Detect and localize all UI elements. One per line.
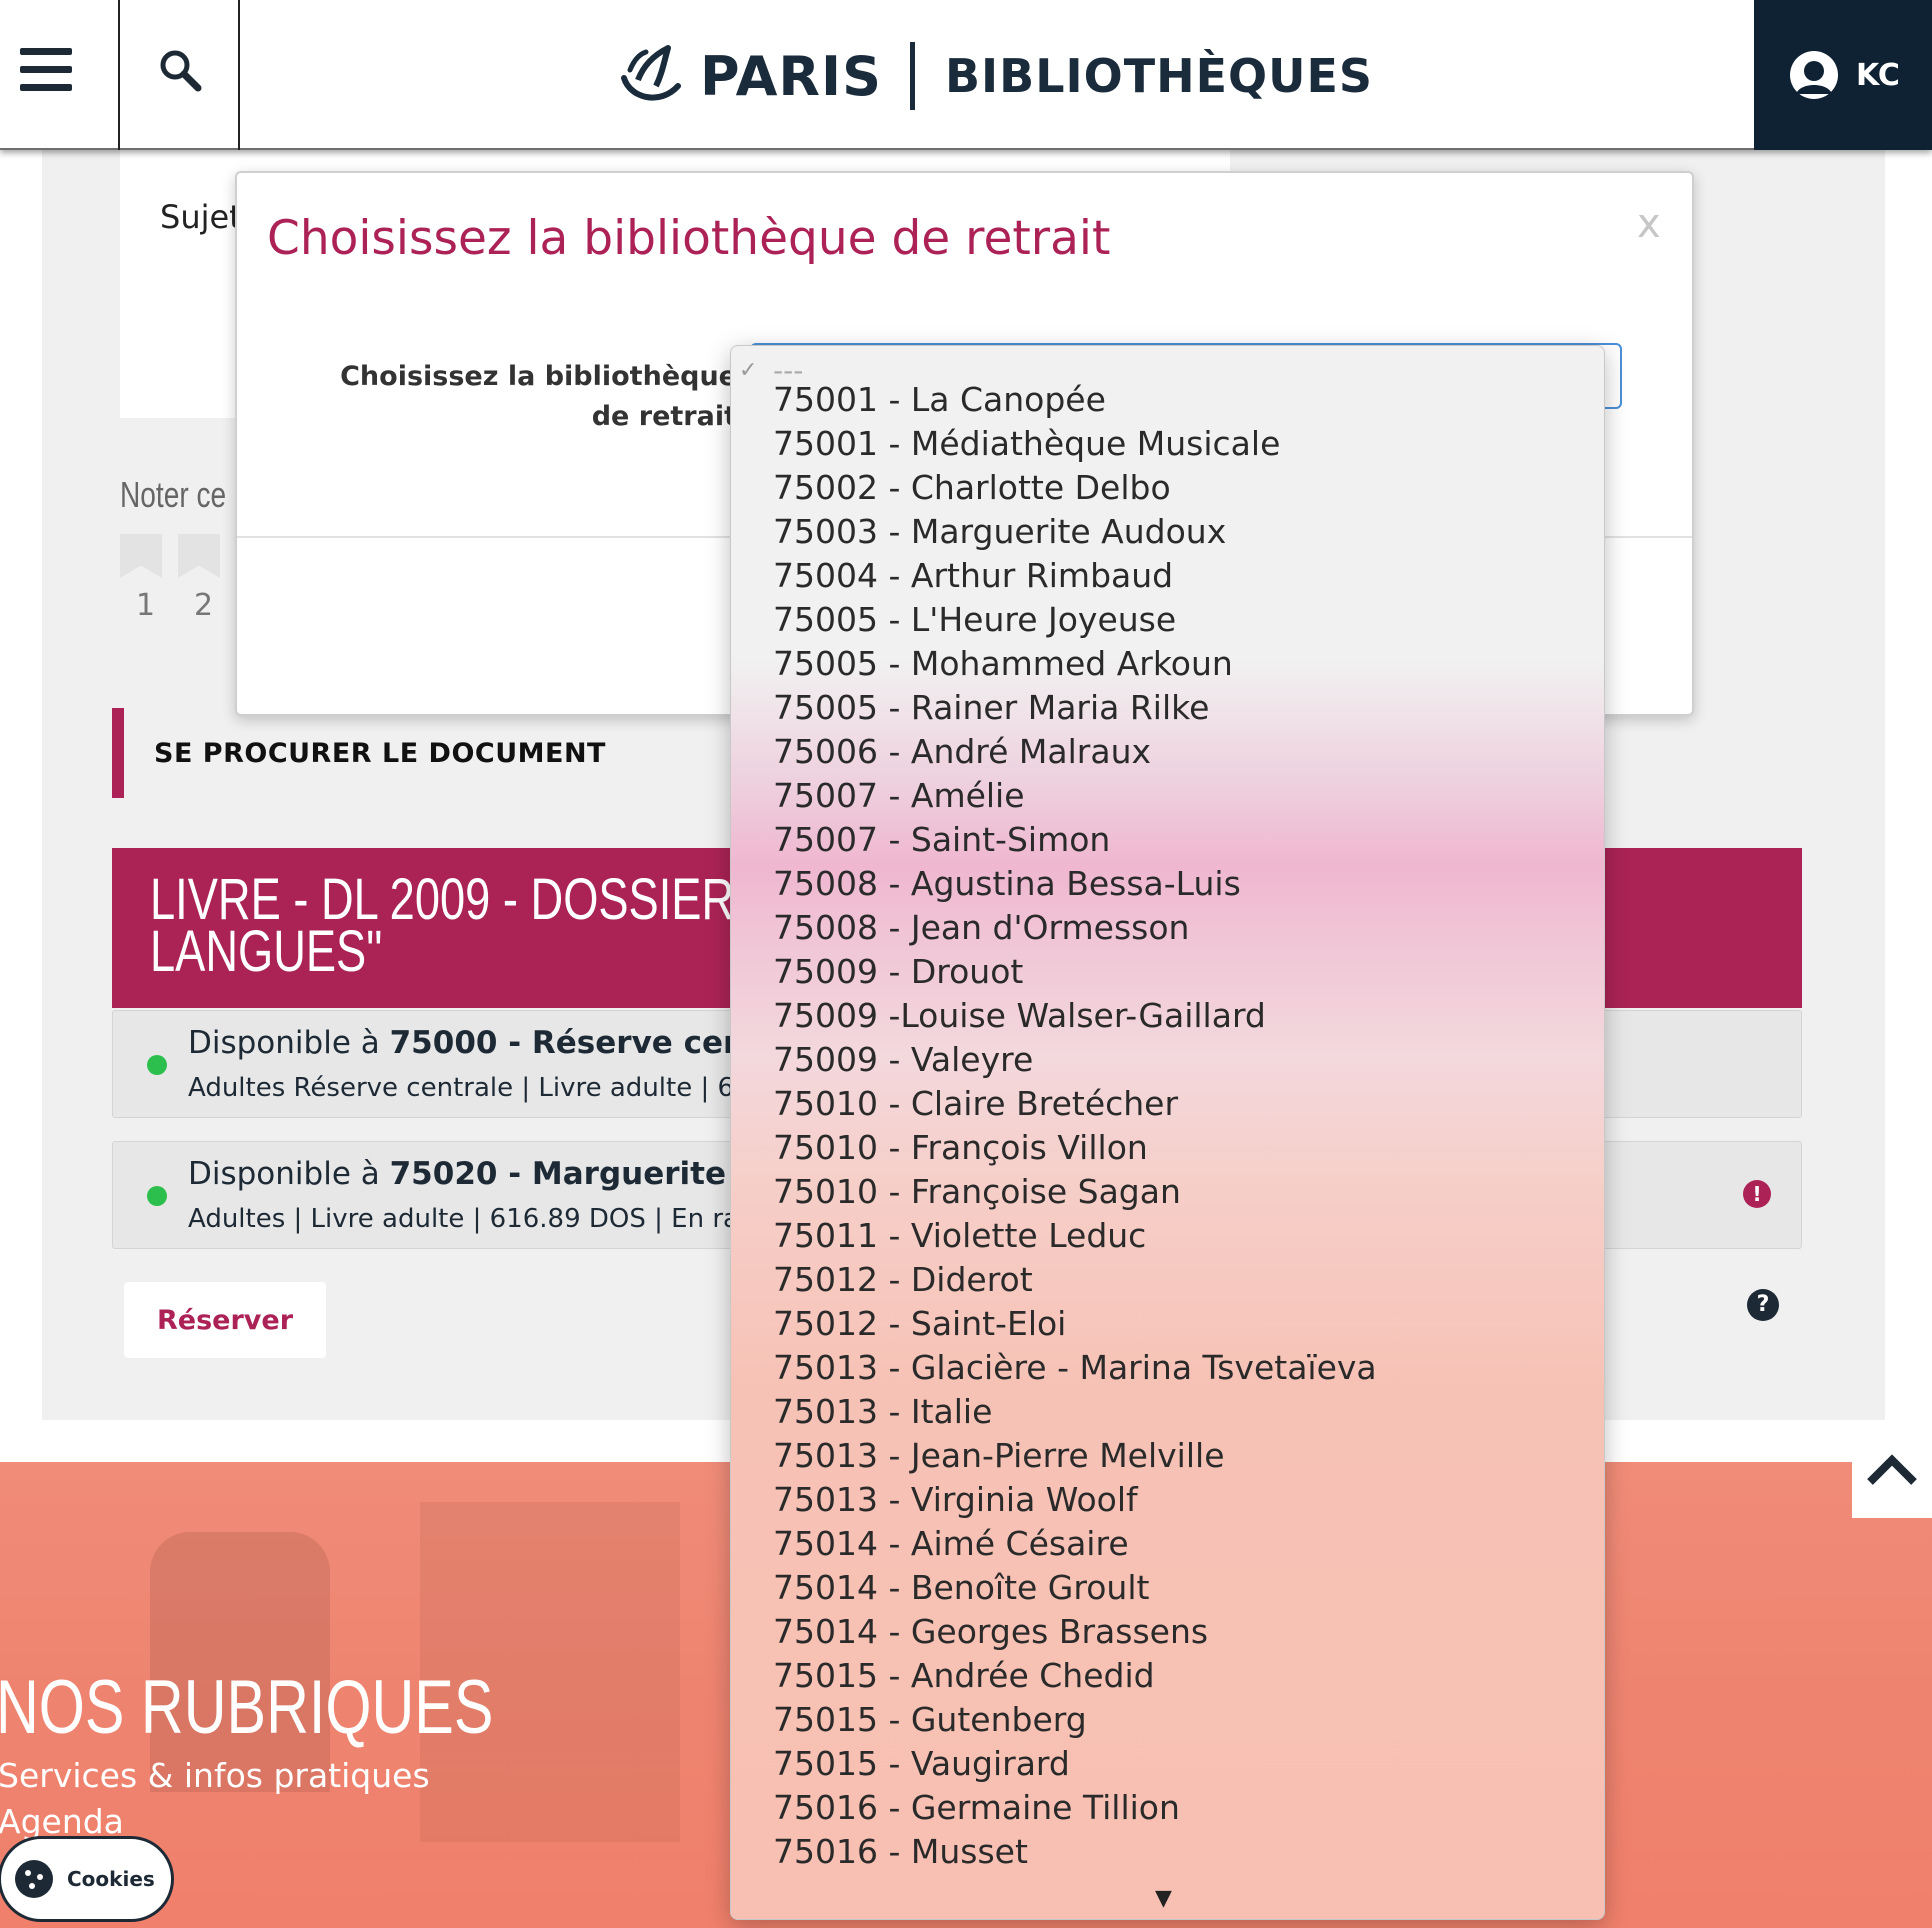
dropdown-option[interactable]: 75013 - Virginia Woolf <box>773 1480 1138 1520</box>
available-dot-icon <box>147 1186 167 1206</box>
dropdown-option[interactable]: 75011 - Violette Leduc <box>773 1216 1146 1256</box>
dropdown-option[interactable]: 75008 - Agustina Bessa-Luis <box>773 864 1241 904</box>
user-icon <box>1790 51 1839 99</box>
dropdown-option[interactable]: 75005 - Mohammed Arkoun <box>773 644 1233 684</box>
alert-icon[interactable]: ! <box>1743 1180 1771 1208</box>
dropdown-option[interactable]: 75003 - Marguerite Audoux <box>773 512 1226 552</box>
availability-details: Adultes Réserve centrale | Livre adulte … <box>188 1073 768 1103</box>
checkmark-icon: ✓ <box>739 358 758 383</box>
rating-number-1: 1 <box>136 588 156 623</box>
availability-details: Adultes | Livre adulte | 616.89 DOS | En… <box>188 1204 771 1234</box>
dropdown-option[interactable]: 75016 - Musset <box>773 1832 1028 1872</box>
hamburger-icon-line <box>20 66 72 73</box>
close-button[interactable]: x <box>1637 201 1661 247</box>
cookie-icon <box>15 1860 53 1898</box>
dropdown-option[interactable]: 75013 - Jean-Pierre Melville <box>773 1436 1225 1476</box>
footer-background-image <box>150 1532 330 1792</box>
modal-title: Choisissez la bibliothèque de retrait <box>267 211 1111 266</box>
logo-bibliotheques-text: BIBLIOTHÈQUES <box>944 49 1374 103</box>
availability-prefix: Disponible à <box>188 1156 390 1192</box>
footer-link-services[interactable]: Services & infos pratiques <box>0 1756 430 1795</box>
dropdown-option[interactable]: 75013 - Glacière - Marina Tsvetaïeva <box>773 1348 1377 1388</box>
logo-separator <box>909 42 915 110</box>
dropdown-option[interactable]: 75001 - La Canopée <box>773 380 1106 420</box>
site-header: PARIS BIBLIOTHÈQUES KC <box>0 0 1932 150</box>
reserve-button[interactable]: Réserver <box>124 1282 326 1358</box>
library-field-label: Choisissez la bibliothèque de retrait <box>340 361 737 432</box>
dropdown-option[interactable]: 75015 - Andrée Chedid <box>773 1656 1155 1696</box>
hamburger-icon-line <box>20 84 72 91</box>
dropdown-option[interactable]: 75015 - Vaugirard <box>773 1744 1070 1784</box>
availability-location: Disponible à 75020 - Marguerite Dura <box>188 1156 821 1192</box>
paris-ship-icon <box>621 45 681 101</box>
procure-heading-text: SE PROCURER LE DOCUMENT <box>154 737 606 769</box>
account-button[interactable]: KC <box>1754 0 1932 150</box>
dropdown-option[interactable]: 75014 - Georges Brassens <box>773 1612 1208 1652</box>
dropdown-option[interactable]: 75007 - Amélie <box>773 776 1025 816</box>
search-icon <box>160 50 202 92</box>
account-initials: KC <box>1856 57 1900 93</box>
menu-button[interactable] <box>0 0 120 150</box>
dropdown-option[interactable]: 75009 - Valeyre <box>773 1040 1033 1080</box>
dropdown-option[interactable]: 75006 - André Malraux <box>773 732 1151 772</box>
dropdown-option[interactable]: 75013 - Italie <box>773 1392 992 1432</box>
dropdown-option[interactable]: 75014 - Aimé Césaire <box>773 1524 1129 1564</box>
cookies-label: Cookies <box>67 1867 155 1891</box>
dropdown-option[interactable]: 75015 - Gutenberg <box>773 1700 1087 1740</box>
footer-title: NOS RUBRIQUES <box>0 1665 494 1750</box>
dropdown-option[interactable]: 75010 - Claire Bretécher <box>773 1084 1178 1124</box>
availability-prefix: Disponible à <box>188 1025 390 1061</box>
logo-paris-text: PARIS <box>700 44 882 108</box>
dropdown-option[interactable]: 75009 -Louise Walser-Gaillard <box>773 996 1266 1036</box>
availability-location: Disponible à 75000 - Réserve central <box>188 1025 807 1061</box>
dropdown-option[interactable]: 75016 - Germaine Tillion <box>773 1788 1180 1828</box>
dropdown-option[interactable]: 75014 - Benoîte Groult <box>773 1568 1149 1608</box>
dropdown-option[interactable]: 75005 - L'Heure Joyeuse <box>773 600 1176 640</box>
dropdown-option[interactable]: 75008 - Jean d'Ormesson <box>773 908 1189 948</box>
dropdown-option[interactable]: 75010 - François Villon <box>773 1128 1148 1168</box>
dropdown-option[interactable]: 75009 - Drouot <box>773 952 1023 992</box>
scroll-top-button[interactable] <box>1852 1420 1932 1518</box>
dropdown-option[interactable]: 75010 - Françoise Sagan <box>773 1172 1181 1212</box>
dropdown-option[interactable]: 75001 - Médiathèque Musicale <box>773 424 1280 464</box>
hamburger-icon <box>20 48 72 55</box>
rate-label: Noter ce d <box>120 474 250 515</box>
subject-label: Sujet <box>160 198 242 236</box>
dropdown-option[interactable]: 75012 - Diderot <box>773 1260 1033 1300</box>
scroll-down-arrow-icon[interactable]: ▼ <box>1155 1886 1172 1911</box>
available-dot-icon <box>147 1055 167 1075</box>
dropdown-option[interactable]: 75005 - Rainer Maria Rilke <box>773 688 1209 728</box>
help-icon[interactable]: ? <box>1747 1289 1779 1321</box>
rating-number-2: 2 <box>194 588 214 623</box>
dropdown-option[interactable]: 75007 - Saint-Simon <box>773 820 1110 860</box>
site-logo[interactable]: PARIS BIBLIOTHÈQUES <box>616 36 1373 116</box>
dropdown-option[interactable]: 75012 - Saint-Eloi <box>773 1304 1066 1344</box>
library-dropdown-list[interactable]: ✓ --- ▼ 75001 - La Canopée 75001 - Médiat… <box>730 345 1605 1920</box>
search-button[interactable] <box>120 0 240 150</box>
dropdown-option[interactable]: 75002 - Charlotte Delbo <box>773 468 1171 508</box>
dropdown-option[interactable]: 75004 - Arthur Rimbaud <box>773 556 1173 596</box>
cookies-button[interactable]: Cookies <box>0 1836 174 1922</box>
procure-heading: SE PROCURER LE DOCUMENT <box>112 708 606 798</box>
chevron-up-icon <box>1867 1454 1917 1485</box>
